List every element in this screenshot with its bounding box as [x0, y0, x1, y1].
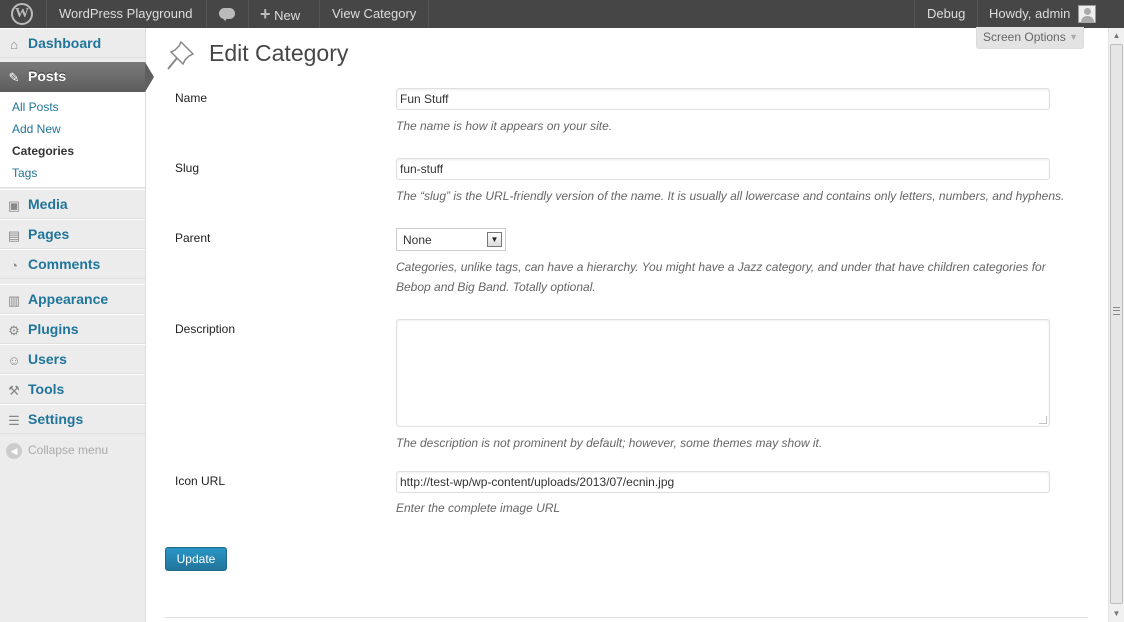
screen-options-label: Screen Options	[983, 30, 1066, 44]
update-button[interactable]: Update	[165, 547, 227, 571]
parent-help-line-2: Bebop and Big Band. Totally optional.	[396, 280, 596, 294]
description-help: The description is not prominent by defa…	[396, 436, 823, 450]
slug-input[interactable]: fun-stuff	[396, 158, 1050, 180]
icon-url-label: Icon URL	[175, 474, 226, 488]
scrollbar-thumb[interactable]	[1110, 44, 1123, 604]
media-icon: ▣	[7, 198, 21, 213]
menu-settings[interactable]: ☰ Settings	[0, 404, 145, 434]
users-icon: ☺	[7, 353, 21, 368]
new-content-button[interactable]: + New	[260, 0, 300, 28]
scroll-up-icon[interactable]: ▲	[1109, 28, 1124, 44]
parent-select-value: None	[403, 233, 432, 247]
collapse-label: Collapse menu	[28, 443, 109, 458]
slug-help: The “slug” is the URL-friendly version o…	[396, 189, 1065, 203]
submenu-add-new[interactable]: Add New	[12, 122, 61, 136]
menu-dashboard-label: Dashboard	[28, 35, 102, 51]
scroll-down-icon[interactable]: ▼	[1109, 606, 1124, 622]
parent-help-line-1: Categories, unlike tags, can have a hier…	[396, 260, 1046, 274]
howdy-user-menu[interactable]: Howdy, admin	[989, 0, 1070, 28]
resize-grip-icon[interactable]	[1039, 416, 1047, 424]
menu-dashboard[interactable]: ⌂ Dashboard	[0, 28, 145, 58]
description-textarea[interactable]	[396, 319, 1050, 427]
page-title: Edit Category	[209, 40, 349, 66]
pushpin-icon	[167, 40, 195, 70]
debug-link[interactable]: Debug	[927, 0, 965, 28]
new-label: New	[274, 8, 301, 23]
menu-appearance-label: Appearance	[28, 291, 109, 307]
menu-plugins[interactable]: ⚙ Plugins	[0, 314, 145, 344]
menu-tools-label: Tools	[28, 381, 65, 397]
screen-options-button[interactable]: Screen Options ▼	[976, 27, 1084, 49]
menu-users[interactable]: ☺ Users	[0, 344, 145, 374]
menu-users-label: Users	[28, 351, 67, 367]
site-name-link[interactable]: WordPress Playground	[59, 0, 192, 28]
divider	[165, 617, 1088, 618]
chevron-down-icon: ▼	[1069, 32, 1078, 42]
view-category-link[interactable]: View Category	[332, 0, 416, 28]
menu-appearance[interactable]: ▥ Appearance	[0, 284, 145, 314]
appearance-icon: ▥	[7, 293, 21, 308]
slug-label: Slug	[175, 161, 200, 175]
icon-url-input[interactable]: http://test-wp/wp-content/uploads/2013/0…	[396, 471, 1050, 493]
submenu-tags[interactable]: Tags	[12, 166, 37, 180]
avatar[interactable]	[1078, 5, 1096, 23]
admin-bar: W WordPress Playground + New View Catego…	[0, 0, 1124, 28]
name-help: The name is how it appears on your site.	[396, 119, 613, 133]
menu-tools[interactable]: ⚒ Tools	[0, 374, 145, 404]
plugins-icon: ⚙	[8, 323, 20, 338]
name-input[interactable]: Fun Stuff	[396, 88, 1050, 110]
menu-media[interactable]: ▣ Media	[0, 189, 145, 219]
pages-icon: ▤	[7, 228, 21, 243]
dropdown-arrow-icon: ▼	[487, 232, 502, 247]
settings-icon: ☰	[8, 413, 20, 428]
collapse-menu-button[interactable]: ◀ Collapse menu	[6, 443, 108, 459]
dashboard-icon: ⌂	[10, 37, 18, 52]
pin-icon: ✎	[8, 70, 20, 85]
description-label: Description	[175, 322, 236, 336]
menu-comments-label: Comments	[28, 256, 101, 272]
menu-pages-label: Pages	[28, 226, 70, 242]
parent-label: Parent	[175, 231, 211, 245]
menu-plugins-label: Plugins	[28, 321, 79, 337]
submenu-all-posts[interactable]: All Posts	[12, 100, 59, 114]
parent-select[interactable]: None ▼	[396, 228, 506, 251]
plus-icon: +	[260, 4, 271, 24]
menu-posts-label: Posts	[28, 68, 67, 84]
name-label: Name	[175, 91, 208, 105]
wordpress-logo-icon[interactable]: W	[10, 0, 34, 28]
icon-url-help: Enter the complete image URL	[396, 501, 561, 515]
menu-pages[interactable]: ▤ Pages	[0, 219, 145, 249]
admin-menu: ⌂ Dashboard ✎ Posts All Posts Add New Ca…	[0, 28, 154, 622]
comments-icon: ◔	[10, 258, 18, 273]
tools-icon: ⚒	[8, 383, 20, 398]
menu-media-label: Media	[28, 196, 68, 212]
comments-icon[interactable]	[219, 0, 237, 28]
vertical-scrollbar[interactable]: ▲ ▼	[1108, 28, 1124, 622]
menu-settings-label: Settings	[28, 411, 84, 427]
menu-comments[interactable]: ◔ Comments	[0, 249, 145, 279]
collapse-arrow-icon: ◀	[6, 443, 22, 459]
menu-posts[interactable]: ✎ Posts	[0, 62, 154, 92]
submenu-categories[interactable]: Categories	[12, 144, 74, 158]
posts-submenu: All Posts Add New Categories Tags	[0, 92, 145, 188]
